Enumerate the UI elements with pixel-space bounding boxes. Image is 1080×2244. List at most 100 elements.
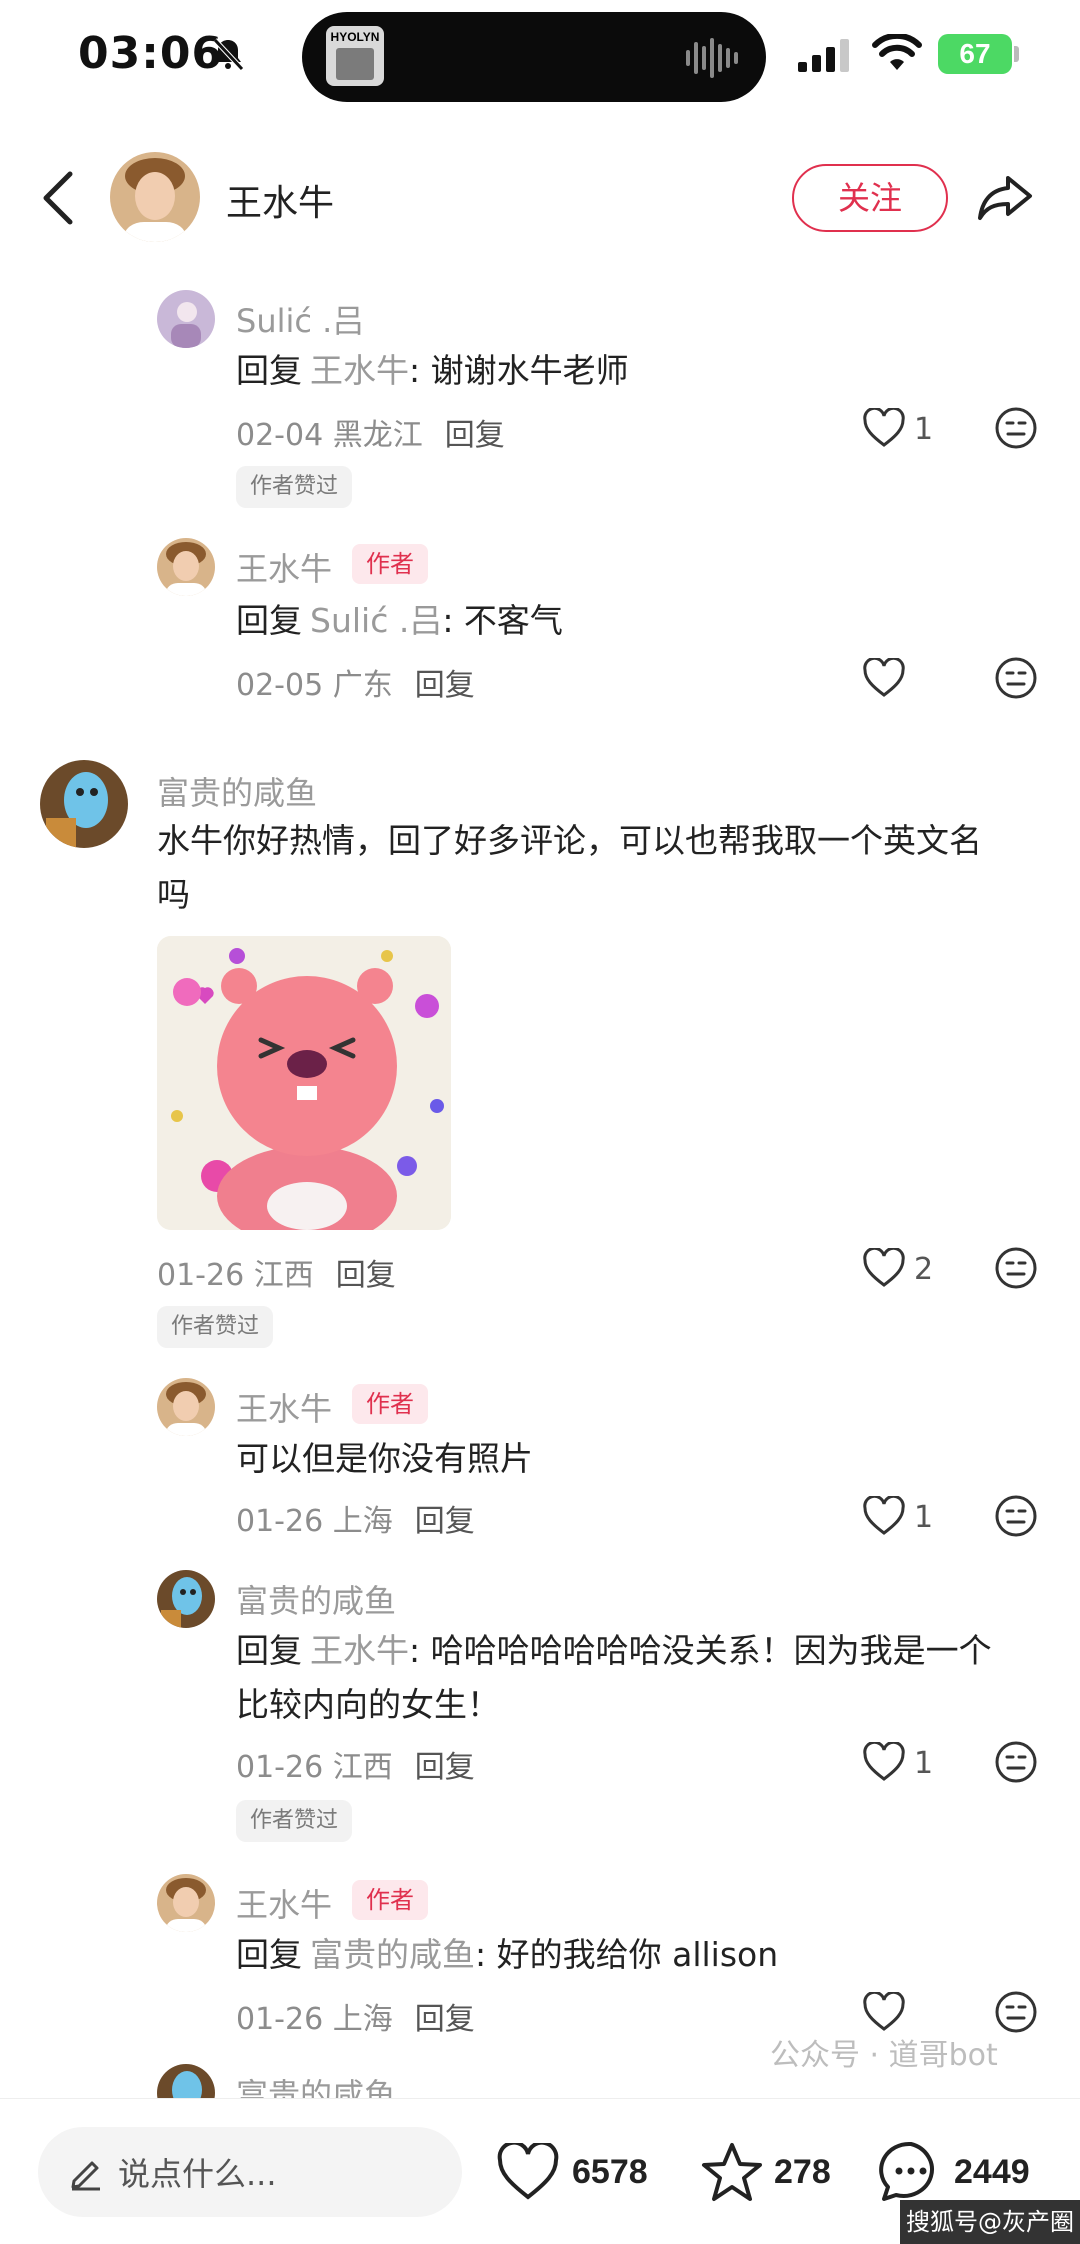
comment-text: 回复 富贵的咸鱼: 好的我给你 allison <box>236 1928 778 1982</box>
comment-input[interactable]: 说点什么... <box>38 2127 462 2217</box>
comment-date-location: 02-05 广东 <box>236 668 393 703</box>
like-heart-icon[interactable] <box>862 1496 906 1536</box>
comment-date-location: 01-26 江西 <box>157 1258 314 1293</box>
emoji-reaction-icon[interactable] <box>994 406 1038 450</box>
status-time: 03:06 <box>78 28 224 79</box>
pencil-icon <box>71 2161 100 2191</box>
commenter-avatar[interactable] <box>157 1378 215 1436</box>
commenter-avatar[interactable] <box>157 538 215 596</box>
like-heart-icon[interactable] <box>862 1992 906 2032</box>
emoji-reaction-icon[interactable] <box>994 1246 1038 1290</box>
post-like-count: 6578 <box>572 2153 648 2191</box>
comment-date-location: 01-26 江西 <box>236 1750 393 1785</box>
author-avatar[interactable] <box>110 152 200 242</box>
status-bar: 03:06 HYOLYN 67 <box>0 0 1080 110</box>
emoji-reaction-icon[interactable] <box>994 1494 1038 1538</box>
profile-header: 王水牛 关注 <box>0 140 1080 260</box>
reply-button[interactable]: 回复 <box>415 1504 475 1539</box>
comment-bubble-icon[interactable] <box>878 2139 944 2205</box>
comment-meta: 01-26 上海 回复 <box>236 1994 475 2038</box>
like-count: 2 <box>914 1252 934 1287</box>
comment-date-location: 02-04 黑龙江 <box>236 418 423 453</box>
comment-text-line1: 水牛你好热情，回了好多评论，可以也帮我取一个英文名 <box>157 821 982 860</box>
author-tag: 作者 <box>352 1384 428 1424</box>
now-playing-thumbnail: HYOLYN <box>326 26 384 86</box>
commenter-avatar[interactable] <box>157 1874 215 1932</box>
like-heart-icon[interactable] <box>862 408 906 448</box>
comment-text: 可以但是你没有照片 <box>236 1439 533 1478</box>
like-count: 1 <box>914 412 934 447</box>
author-liked-badge: 作者赞过 <box>236 466 353 508</box>
star-favorite-icon[interactable] <box>700 2141 764 2203</box>
commenter-name[interactable]: Sulić .吕 <box>236 296 364 342</box>
commenter-name[interactable]: 富贵的咸鱼 <box>236 1576 396 1622</box>
reply-prefix: 回复 <box>236 1935 302 1974</box>
reply-prefix: 回复 <box>236 601 302 640</box>
post-star-count: 278 <box>774 2153 831 2191</box>
comment-text: 回复 王水牛: 谢谢水牛老师 <box>236 344 629 398</box>
comment-body: : 好的我给你 allison <box>475 1935 779 1974</box>
commenter-name[interactable]: 富贵的咸鱼 <box>157 768 317 814</box>
battery-nub <box>1014 46 1019 62</box>
reply-target[interactable]: 王水牛 <box>310 1631 409 1670</box>
reply-button[interactable]: 回复 <box>415 668 475 703</box>
comment-meta: 01-26 江西 回复 <box>236 1742 475 1786</box>
comment-text-line1: 回复 王水牛: 哈哈哈哈哈哈哈没关系！因为我是一个 <box>236 1624 992 1678</box>
share-icon[interactable] <box>976 172 1034 224</box>
reply-prefix: 回复 <box>236 1631 302 1670</box>
reply-button[interactable]: 回复 <box>415 2002 475 2037</box>
sticker-image[interactable] <box>157 936 451 1230</box>
wifi-icon <box>872 34 922 70</box>
commenter-name[interactable]: 王水牛 <box>236 1384 332 1430</box>
cellular-signal-icon <box>798 39 849 72</box>
comment-date-location: 01-26 上海 <box>236 2002 393 2037</box>
author-tag: 作者 <box>352 1880 428 1920</box>
like-heart-icon[interactable] <box>496 2143 560 2201</box>
commenter-name[interactable]: 王水牛 <box>236 1880 332 1926</box>
like-count: 1 <box>914 1746 934 1781</box>
reply-prefix: 回复 <box>236 351 302 390</box>
like-count: 1 <box>914 1500 934 1535</box>
comment-meta: 02-04 黑龙江 回复 <box>236 410 505 454</box>
watermark-label: 搜狐号@灰产圈 <box>900 2200 1080 2244</box>
reply-button[interactable]: 回复 <box>445 418 505 453</box>
comment-text-line2: 吗 <box>157 875 190 914</box>
commenter-avatar[interactable] <box>157 290 215 348</box>
comment-text: 回复 Sulić .吕: 不客气 <box>236 594 563 648</box>
comment-date-location: 01-26 上海 <box>236 1504 393 1539</box>
now-playing-label: HYOLYN <box>330 30 380 44</box>
post-comment-count: 2449 <box>954 2153 1030 2191</box>
author-name: 王水牛 <box>226 183 335 224</box>
bell-muted-icon <box>213 38 244 71</box>
author-tag: 作者 <box>352 544 428 584</box>
audio-waveform-icon <box>686 38 738 78</box>
reply-button[interactable]: 回复 <box>415 1750 475 1785</box>
reply-button[interactable]: 回复 <box>336 1258 396 1293</box>
reply-target[interactable]: 王水牛 <box>310 351 409 390</box>
dynamic-island[interactable]: HYOLYN <box>302 12 766 102</box>
comment-body: : 谢谢水牛老师 <box>409 351 629 390</box>
comment-input-placeholder: 说点什么... <box>118 2155 277 2193</box>
like-heart-icon[interactable] <box>862 658 906 698</box>
commenter-name[interactable]: 王水牛 <box>236 544 332 590</box>
like-heart-icon[interactable] <box>862 1742 906 1782</box>
reply-target[interactable]: 富贵的咸鱼 <box>310 1935 475 1974</box>
author-liked-badge: 作者赞过 <box>236 1800 353 1842</box>
comment-body: : 哈哈哈哈哈哈哈没关系！因为我是一个 <box>409 1631 992 1670</box>
watermark-text: 公众号 · 道哥bot <box>770 2038 998 2073</box>
follow-button[interactable]: 关注 <box>792 164 948 232</box>
emoji-reaction-icon[interactable] <box>994 1990 1038 2034</box>
like-heart-icon[interactable] <box>862 1248 906 1288</box>
comment-meta: 01-26 上海 回复 <box>236 1496 475 1540</box>
comment-text-line2: 比较内向的女生！ <box>236 1685 500 1724</box>
emoji-reaction-icon[interactable] <box>994 1740 1038 1784</box>
commenter-avatar[interactable] <box>40 760 128 848</box>
battery-indicator: 67 <box>938 34 1012 74</box>
emoji-reaction-icon[interactable] <box>994 656 1038 700</box>
comment-body: : 不客气 <box>442 601 563 640</box>
back-arrow-icon[interactable] <box>40 170 76 226</box>
commenter-avatar[interactable] <box>157 1570 215 1628</box>
author-liked-badge: 作者赞过 <box>157 1306 274 1348</box>
reply-target[interactable]: Sulić .吕 <box>310 601 442 640</box>
comment-meta: 02-05 广东 回复 <box>236 660 475 704</box>
